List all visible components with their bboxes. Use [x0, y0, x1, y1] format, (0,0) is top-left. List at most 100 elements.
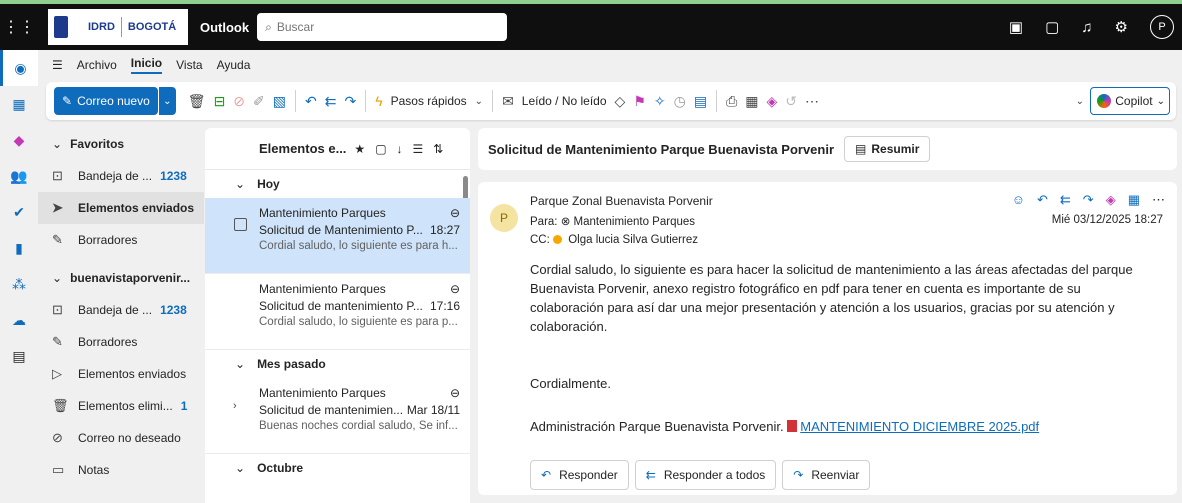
reply-icon[interactable]: ↶ [305, 93, 317, 110]
attachment-link[interactable]: MANTENIMIENTO DICIEMBRE 2025.pdf [800, 419, 1039, 434]
delete-icon[interactable]: 🗑 [188, 93, 206, 110]
folder-sent[interactable]: ▷ Elementos enviados [38, 358, 204, 390]
reply-icon[interactable]: ↶ [1037, 192, 1048, 208]
hamburger-icon[interactable]: ☰ [52, 58, 63, 72]
pin-icon[interactable]: ✧ [654, 93, 666, 110]
group-header[interactable]: ⌄ Hoy [205, 170, 470, 198]
files-app-icon[interactable]: ▮ [0, 230, 38, 266]
notifications-icon[interactable]: ♫ [1081, 19, 1092, 36]
quick-steps-button[interactable]: Pasos rápidos [391, 94, 467, 108]
sweep-icon[interactable]: ✐ [253, 93, 265, 110]
account-avatar[interactable]: P [1150, 15, 1174, 39]
summarize-button[interactable]: ▤ Resumir [844, 136, 931, 162]
forward-icon[interactable]: ↷ [1083, 192, 1094, 208]
favorite-star-icon[interactable]: ★ [354, 142, 365, 156]
more-options-icon[interactable]: ⋯ [1152, 192, 1165, 208]
forward-label: Reenviar [811, 468, 860, 482]
todo-app-icon[interactable]: ✔ [0, 194, 38, 230]
list-item[interactable]: Mantenimiento Parques ⊖ Solicitud de Man… [205, 198, 470, 274]
more-options-icon[interactable]: ⋯ [805, 93, 819, 110]
filter-icon[interactable]: ☰ [413, 142, 424, 156]
settings-icon[interactable]: ⚙ [1115, 18, 1128, 36]
app-launcher-icon[interactable]: ⋮⋮ [0, 4, 38, 50]
menu-archivo[interactable]: Archivo [77, 58, 117, 72]
chevron-down-icon[interactable]: ⌄ [1157, 96, 1165, 107]
copilot-label: Copilot [1115, 94, 1153, 108]
move-to-icon[interactable]: ▧ [273, 93, 286, 110]
print-icon[interactable]: ⎙ [726, 93, 737, 110]
select-mode-icon[interactable]: ▢ [375, 142, 386, 156]
folder-drafts[interactable]: ✎ Borradores [38, 326, 204, 358]
app-name[interactable]: Outlook [200, 20, 249, 35]
folder-drafts-favorite[interactable]: ✎ Borradores [38, 224, 204, 256]
folder-label: Correo no deseado [78, 431, 181, 445]
select-checkbox[interactable] [234, 218, 247, 231]
copilot-app-icon[interactable]: ◆ [0, 122, 38, 158]
sort-icon[interactable]: ⇅ [433, 142, 443, 156]
ribbon-expand-icon[interactable]: ⌄ [1076, 96, 1084, 107]
flag-icon[interactable]: ⚑ [633, 93, 646, 110]
reply-label: Responder [559, 468, 618, 482]
rules-icon[interactable]: ▤ [694, 93, 707, 110]
sender-avatar[interactable]: P [490, 204, 518, 232]
search-box[interactable]: ⌕ [257, 13, 508, 41]
folder-inbox[interactable]: ⊡ Bandeja de ... 1238 [38, 294, 204, 326]
archive-icon[interactable]: ⊟ [214, 93, 226, 110]
apps-icon[interactable]: ▦ [1128, 192, 1140, 208]
copilot-button[interactable]: Copilot ⌄ [1090, 87, 1170, 115]
group-header[interactable]: ⌄ Mes pasado [205, 350, 470, 378]
reply-all-icon[interactable]: ⇇ [1060, 192, 1071, 208]
org-app-icon[interactable]: ⁂ [0, 266, 38, 302]
undo-icon[interactable]: ↺ [785, 93, 797, 110]
read-unread-button[interactable]: Leído / No leído [522, 94, 607, 108]
folder-deleted[interactable]: 🗑 Elementos elimi... 1 [38, 390, 204, 422]
mail-app-icon[interactable]: ◉ [0, 50, 38, 86]
reply-all-icon[interactable]: ⇇ [325, 93, 337, 110]
report-icon[interactable]: ⊘ [233, 93, 245, 110]
jump-to-icon[interactable]: ↓ [397, 142, 403, 156]
emoji-icon[interactable]: ☺ [1012, 192, 1025, 208]
forward-icon[interactable]: ↷ [344, 93, 356, 110]
loop-icon[interactable]: ◈ [1106, 192, 1116, 208]
calendar-app-icon[interactable]: ▦ [0, 86, 38, 122]
more-apps-icon[interactable]: ▤ [0, 338, 38, 374]
new-mail-dropdown[interactable]: ⌄ [157, 87, 176, 115]
menu-ayuda[interactable]: Ayuda [217, 58, 251, 72]
top-bar: ⋮⋮ IDRD BOGOTÁ Outlook ⌕ ▣ ▢ ♫ ⚙ P [0, 0, 1182, 50]
tag-icon[interactable]: ◇ [615, 93, 626, 110]
apps-icon[interactable]: ▦ [745, 93, 758, 110]
folder-inbox-favorite[interactable]: ⊡ Bandeja de ... 1238 [38, 160, 204, 192]
new-mail-button[interactable]: ✎ Correo nuevo [54, 87, 158, 115]
menu-inicio[interactable]: Inicio [130, 56, 163, 74]
people-app-icon[interactable]: 👥 [0, 158, 38, 194]
email-cc[interactable]: Olga lucia Silva Gutierrez [568, 234, 698, 246]
email-to[interactable]: Mantenimiento Parques [574, 216, 695, 228]
list-item[interactable]: Mantenimiento Parques ⊖ Solicitud de man… [205, 274, 470, 350]
folder-sent-favorite[interactable]: ➤ Elementos enviados [38, 192, 204, 224]
loop-icon[interactable]: ◈ [767, 93, 778, 110]
search-input[interactable] [276, 20, 477, 34]
notes-icon: ▭ [52, 462, 65, 477]
reply-button[interactable]: ↶ Responder [530, 460, 629, 490]
chevron-down-icon: ⌄ [235, 357, 246, 371]
ribbon-divider [365, 90, 367, 112]
chevron-right-icon[interactable]: › [233, 400, 237, 412]
list-item[interactable]: › Mantenimiento Parques ⊖ Solicitud de m… [205, 378, 470, 454]
forward-button[interactable]: ↷ Reenviar [782, 460, 871, 490]
snooze-icon[interactable]: ◷ [674, 93, 686, 110]
teams-icon[interactable]: ▣ [1009, 18, 1023, 36]
folder-junk[interactable]: ⊘ Correo no deseado [38, 422, 204, 454]
my-day-icon[interactable]: ▢ [1045, 18, 1059, 36]
message-preview: Cordial saludo, lo siguiente es para p..… [259, 316, 458, 328]
menu-vista[interactable]: Vista [176, 58, 202, 72]
quick-steps-dropdown-icon[interactable]: ⌄ [475, 96, 483, 107]
onedrive-app-icon[interactable]: ☁ [0, 302, 38, 338]
account-header[interactable]: ⌄ buenavistaporvenir... [38, 262, 204, 294]
folder-notes[interactable]: ▭ Notas [38, 454, 204, 486]
folder-label: Notas [78, 463, 110, 477]
logo-idrd: IDRD [88, 21, 115, 33]
group-header[interactable]: ⌄ Octubre [205, 454, 470, 482]
favorites-header[interactable]: ⌄ Favoritos [38, 128, 204, 160]
reply-all-button[interactable]: ⇇ Responder a todos [634, 460, 777, 490]
presence-icon [553, 235, 563, 244]
